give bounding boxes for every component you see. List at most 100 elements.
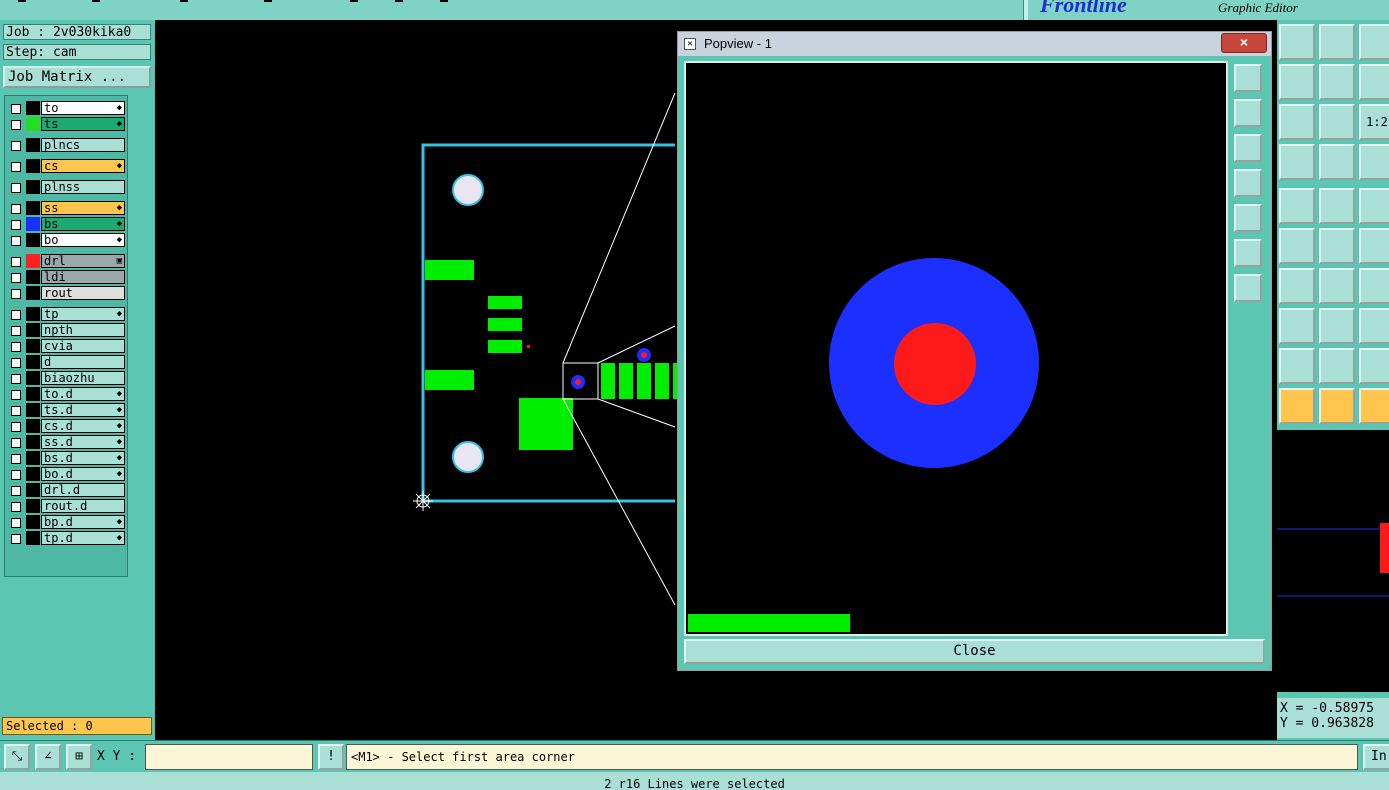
layer-row-cvia[interactable]: cvia xyxy=(7,339,126,353)
layer-name[interactable]: to.d ◆ xyxy=(41,387,125,401)
layer-checkbox[interactable] xyxy=(11,310,21,320)
layer-row-tp.d[interactable]: tp.d ◆ xyxy=(7,531,126,545)
layer-row-drl.d[interactable]: drl.d xyxy=(7,483,126,497)
layer-color-swatch[interactable] xyxy=(26,387,40,401)
layer-name[interactable]: ss.d ◆ xyxy=(41,435,125,449)
layer-color-swatch[interactable] xyxy=(26,286,40,300)
layer-color-swatch[interactable] xyxy=(26,270,40,284)
layer-checkbox[interactable] xyxy=(11,162,21,172)
grid-toggle-icon[interactable]: ⊞ xyxy=(66,744,92,770)
layer-color-swatch[interactable] xyxy=(26,233,40,247)
layer-name[interactable]: cs ◆ xyxy=(41,159,125,173)
layer-color-swatch[interactable] xyxy=(26,217,40,231)
layer-row-rout.d[interactable]: rout.d xyxy=(7,499,126,513)
layer-name[interactable]: npth xyxy=(41,323,125,337)
in-button[interactable]: In xyxy=(1363,744,1389,770)
home-icon[interactable] xyxy=(1359,24,1389,60)
layer-checkbox[interactable] xyxy=(11,422,21,432)
menu-mark[interactable] xyxy=(18,0,26,2)
menu-mark[interactable] xyxy=(264,0,272,2)
layer-checkbox[interactable] xyxy=(11,518,21,528)
layer-name[interactable]: plncs xyxy=(41,138,125,152)
layer-name[interactable]: rout.d xyxy=(41,499,125,513)
layer-color-swatch[interactable] xyxy=(26,101,40,115)
menu-mark[interactable] xyxy=(92,0,100,2)
popview-window[interactable]: ✕ Popview - 1 × Close xyxy=(677,31,1272,671)
rotate-icon[interactable] xyxy=(1359,268,1389,304)
layer-row-bs.d[interactable]: bs.d ◆ xyxy=(7,451,126,465)
zoom-fit-icon[interactable] xyxy=(1279,104,1315,140)
pan-up-icon[interactable] xyxy=(1279,24,1315,60)
layer-checkbox[interactable] xyxy=(11,183,21,193)
layer-row-bp.d[interactable]: bp.d ◆ xyxy=(7,515,126,529)
layer-checkbox[interactable] xyxy=(11,141,21,151)
layer-color-swatch[interactable] xyxy=(26,371,40,385)
layer-name[interactable]: to ◆ xyxy=(41,101,125,115)
layer-color-swatch[interactable] xyxy=(26,355,40,369)
menu-mark[interactable] xyxy=(180,0,188,2)
layer-color-swatch[interactable] xyxy=(26,419,40,433)
pan-down-icon[interactable] xyxy=(1234,134,1262,162)
layer-name[interactable]: bp.d ◆ xyxy=(41,515,125,529)
layer-row-tp[interactable]: tp ◆ xyxy=(7,307,126,321)
xy-input[interactable] xyxy=(145,744,313,770)
layer-color-swatch[interactable] xyxy=(26,451,40,465)
layer-color-swatch[interactable] xyxy=(26,403,40,417)
layer-name[interactable]: bo ◆ xyxy=(41,233,125,247)
layer-color-swatch[interactable] xyxy=(26,323,40,337)
vertex-icon[interactable] xyxy=(1319,348,1355,384)
zoom-center-icon[interactable] xyxy=(1319,104,1355,140)
layer-color-swatch[interactable] xyxy=(26,117,40,131)
layer-checkbox[interactable] xyxy=(11,342,21,352)
layer-color-swatch[interactable] xyxy=(26,499,40,513)
pan-right-icon[interactable] xyxy=(1234,204,1262,232)
layer-row-biaozhu[interactable]: biaozhu xyxy=(7,371,126,385)
pan-up-icon[interactable] xyxy=(1234,99,1262,127)
layer-checkbox[interactable] xyxy=(11,470,21,480)
menu-mark[interactable] xyxy=(440,0,448,2)
layer-name[interactable]: plnss xyxy=(41,180,125,194)
layer-checkbox[interactable] xyxy=(11,120,21,130)
layer-name[interactable]: bs ◆ xyxy=(41,217,125,231)
window-close-button[interactable]: × xyxy=(1221,33,1267,53)
popview-canvas[interactable] xyxy=(684,61,1228,636)
layer-name[interactable]: rout xyxy=(41,286,125,300)
resize-icon[interactable]: ⤡ xyxy=(4,744,30,770)
layer-color-swatch[interactable] xyxy=(26,339,40,353)
layer-row-bo[interactable]: bo ◆ xyxy=(7,233,126,247)
pan-right-icon[interactable] xyxy=(1319,64,1355,100)
layer-name[interactable]: cs.d ◆ xyxy=(41,419,125,433)
layer-name[interactable]: drl.d xyxy=(41,483,125,497)
layer-row-to[interactable]: to ◆ xyxy=(7,101,126,115)
layer-row-plnss[interactable]: plnss xyxy=(7,180,126,194)
layer-name[interactable]: ldi xyxy=(41,270,125,284)
layer-checkbox[interactable] xyxy=(11,236,21,246)
layer-color-swatch[interactable] xyxy=(26,159,40,173)
arc-icon[interactable] xyxy=(1359,348,1389,384)
close-button[interactable]: Close xyxy=(684,639,1265,664)
layer-row-ss[interactable]: ss ◆ xyxy=(7,201,126,215)
layer-checkbox[interactable] xyxy=(11,358,21,368)
pointer-box-icon[interactable] xyxy=(1319,388,1355,424)
pan-left-icon[interactable] xyxy=(1234,169,1262,197)
scale-button[interactable]: 1:2 xyxy=(1359,104,1389,140)
layer-checkbox[interactable] xyxy=(11,104,21,114)
break-line-icon[interactable] xyxy=(1319,308,1355,344)
layer-checkbox[interactable] xyxy=(11,390,21,400)
dimension-icon[interactable] xyxy=(1359,308,1389,344)
layer-name[interactable]: ss ◆ xyxy=(41,201,125,215)
job-matrix-button[interactable]: Job Matrix ... xyxy=(3,66,151,88)
layer-color-swatch[interactable] xyxy=(26,138,40,152)
layer-row-ts.d[interactable]: ts.d ◆ xyxy=(7,403,126,417)
layer-name[interactable]: ts.d ◆ xyxy=(41,403,125,417)
layer-name[interactable]: cvia xyxy=(41,339,125,353)
pointer-circle-icon[interactable] xyxy=(1359,388,1389,424)
pan-down-icon[interactable] xyxy=(1319,24,1355,60)
layer-checkbox[interactable] xyxy=(11,289,21,299)
layer-name[interactable]: drl ▣ xyxy=(41,254,125,268)
layer-name[interactable]: bs.d ◆ xyxy=(41,451,125,465)
layer-checkbox[interactable] xyxy=(11,534,21,544)
ruler-icon[interactable] xyxy=(1359,188,1389,224)
layer-checkbox[interactable] xyxy=(11,204,21,214)
layer-color-swatch[interactable] xyxy=(26,254,40,268)
